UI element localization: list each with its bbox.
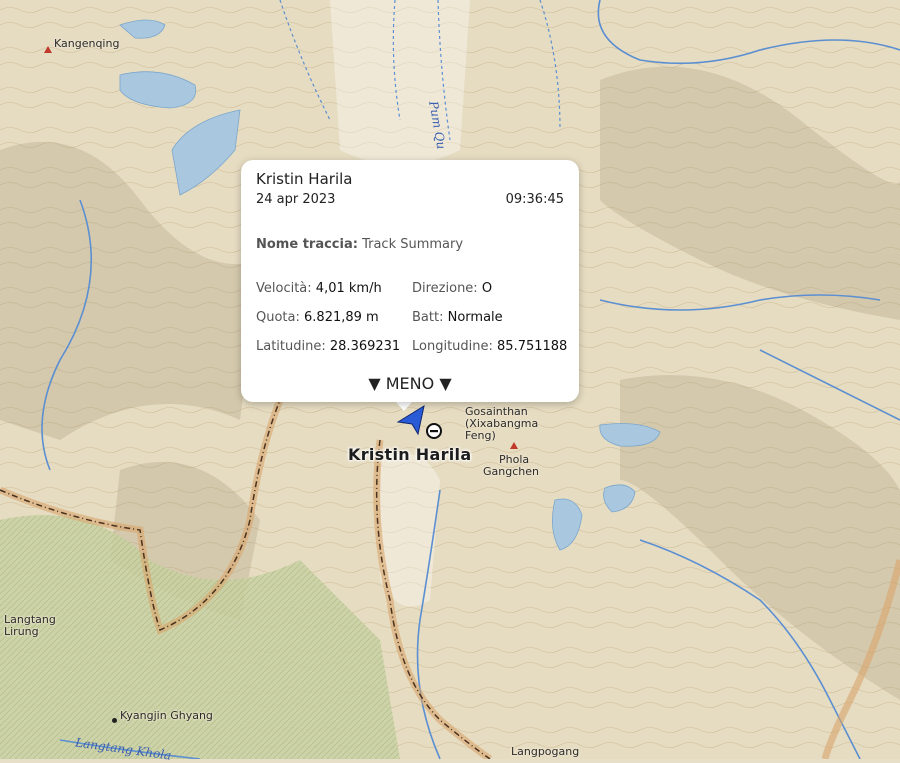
peak-label-phola: Phola Gangchen xyxy=(483,454,539,478)
altitude-label: Quota: xyxy=(256,310,300,325)
place-label-line: Feng) xyxy=(465,429,496,442)
longitude-value: 85.751188 xyxy=(497,339,568,354)
peak-icon xyxy=(44,46,52,53)
direction-row: Direzione: O xyxy=(412,281,492,296)
speed-row: Velocità: 4,01 km/h xyxy=(256,281,382,296)
popup-title: Kristin Harila xyxy=(256,170,353,188)
latitude-label: Latitudine: xyxy=(256,339,326,354)
track-name-value: Track Summary xyxy=(362,237,464,252)
altitude-value: 6.821,89 m xyxy=(304,310,379,325)
track-name-row: Nome traccia: Track Summary xyxy=(256,237,463,252)
longitude-row: Longitudine: 85.751188 xyxy=(412,339,567,354)
altitude-row: Quota: 6.821,89 m xyxy=(256,310,379,325)
place-label-langtang-lirung: Langtang Lirung xyxy=(4,614,56,638)
battery-row: Batt: Normale xyxy=(412,310,503,325)
place-label-kangenqing: Kangenqing xyxy=(54,37,120,50)
battery-value: Normale xyxy=(447,310,503,325)
direction-label: Direzione: xyxy=(412,281,478,296)
speed-label: Velocità: xyxy=(256,281,312,296)
less-menu-button[interactable]: ▼ MENO ▼ xyxy=(241,374,579,393)
place-label-line: Gangchen xyxy=(483,465,539,478)
popup-time: 09:36:45 xyxy=(505,192,564,207)
tracker-info-popup: Kristin Harila 24 apr 2023 09:36:45 Nome… xyxy=(241,160,579,402)
track-name-label: Nome traccia: xyxy=(256,237,358,252)
village-icon xyxy=(112,718,117,723)
place-label-bottom: Langpogang xyxy=(511,745,580,758)
latitude-row: Latitudine: 28.369231 xyxy=(256,339,400,354)
place-label-kyangjin: Kyangjin Ghyang xyxy=(120,709,213,722)
speed-value: 4,01 km/h xyxy=(315,281,382,296)
latitude-value: 28.369231 xyxy=(329,339,401,354)
place-label-line: Lirung xyxy=(4,625,39,638)
tracker-name-label[interactable]: Kristin Harila xyxy=(348,445,471,464)
direction-value: O xyxy=(481,281,493,296)
popup-pointer xyxy=(395,401,413,411)
peak-icon xyxy=(510,442,518,449)
battery-label: Batt: xyxy=(412,310,444,325)
popup-date: 24 apr 2023 xyxy=(256,192,336,207)
longitude-label: Longitudine: xyxy=(412,339,493,354)
peak-label-gosainthan: Gosainthan (Xixabangma Feng) xyxy=(465,406,538,442)
